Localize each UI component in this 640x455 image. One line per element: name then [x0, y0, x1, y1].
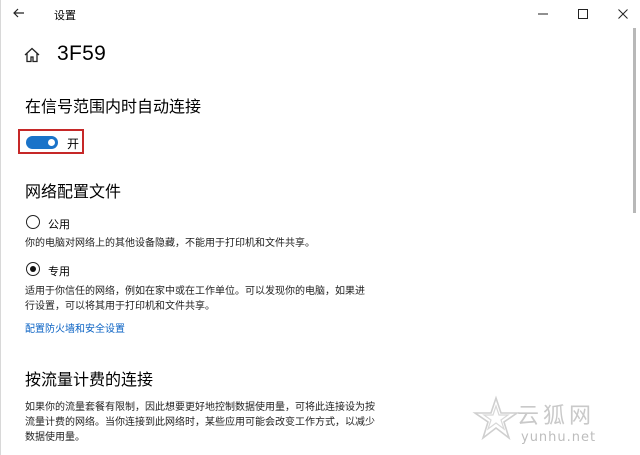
close-icon — [618, 9, 628, 19]
metered-description: 如果你的流量套餐有限制，因此想要更好地控制数据使用量，可将此连接设为按流量计费的… — [25, 402, 375, 443]
vertical-scrollbar[interactable] — [633, 28, 636, 213]
back-arrow-icon — [13, 8, 24, 18]
maximize-button[interactable] — [565, 0, 601, 28]
star-logo-icon — [472, 395, 520, 441]
metered-connection-heading: 按流量计费的连接 — [25, 372, 154, 389]
page-title: 3F59 — [57, 42, 107, 65]
maximize-icon — [578, 9, 588, 19]
toggle-knob — [48, 139, 55, 146]
minimize-icon — [538, 13, 548, 15]
title-bar: 设置 — [1, 0, 640, 28]
watermark: 云狐网 yunhu.net — [471, 392, 639, 452]
toggle-state-label: 开 — [67, 137, 80, 151]
radio-public-label[interactable]: 公用 — [48, 216, 70, 232]
minimize-button[interactable] — [525, 0, 561, 28]
auto-connect-toggle[interactable]: 开 — [18, 129, 84, 154]
radio-selected-dot — [29, 265, 36, 272]
home-icon — [24, 47, 40, 63]
radio-public[interactable] — [26, 215, 40, 229]
radio-private[interactable] — [26, 262, 40, 276]
watermark-url: yunhu.net — [521, 430, 597, 445]
public-description: 你的电脑对网络上的其他设备隐藏，不能用于打印机和文件共享。 — [25, 238, 315, 249]
settings-window: 设置 3F59 在信号范围内时自动连接 开 网络配置文件 公用 你的电脑对网络上… — [0, 0, 640, 455]
app-title: 设置 — [54, 10, 76, 22]
close-button[interactable] — [605, 0, 640, 28]
toggle-track — [26, 136, 58, 149]
private-description: 适用于你信任的网络，例如在家中或在工作单位。可以发现你的电脑，如果进行设置，可以… — [25, 286, 365, 312]
firewall-settings-link[interactable]: 配置防火墙和安全设置 — [25, 320, 125, 335]
watermark-text: 云狐网 — [517, 404, 596, 429]
home-button[interactable] — [23, 46, 41, 64]
auto-connect-heading: 在信号范围内时自动连接 — [25, 99, 202, 116]
radio-private-label[interactable]: 专用 — [48, 263, 70, 279]
network-profile-heading: 网络配置文件 — [25, 184, 122, 201]
back-button[interactable] — [7, 2, 31, 24]
